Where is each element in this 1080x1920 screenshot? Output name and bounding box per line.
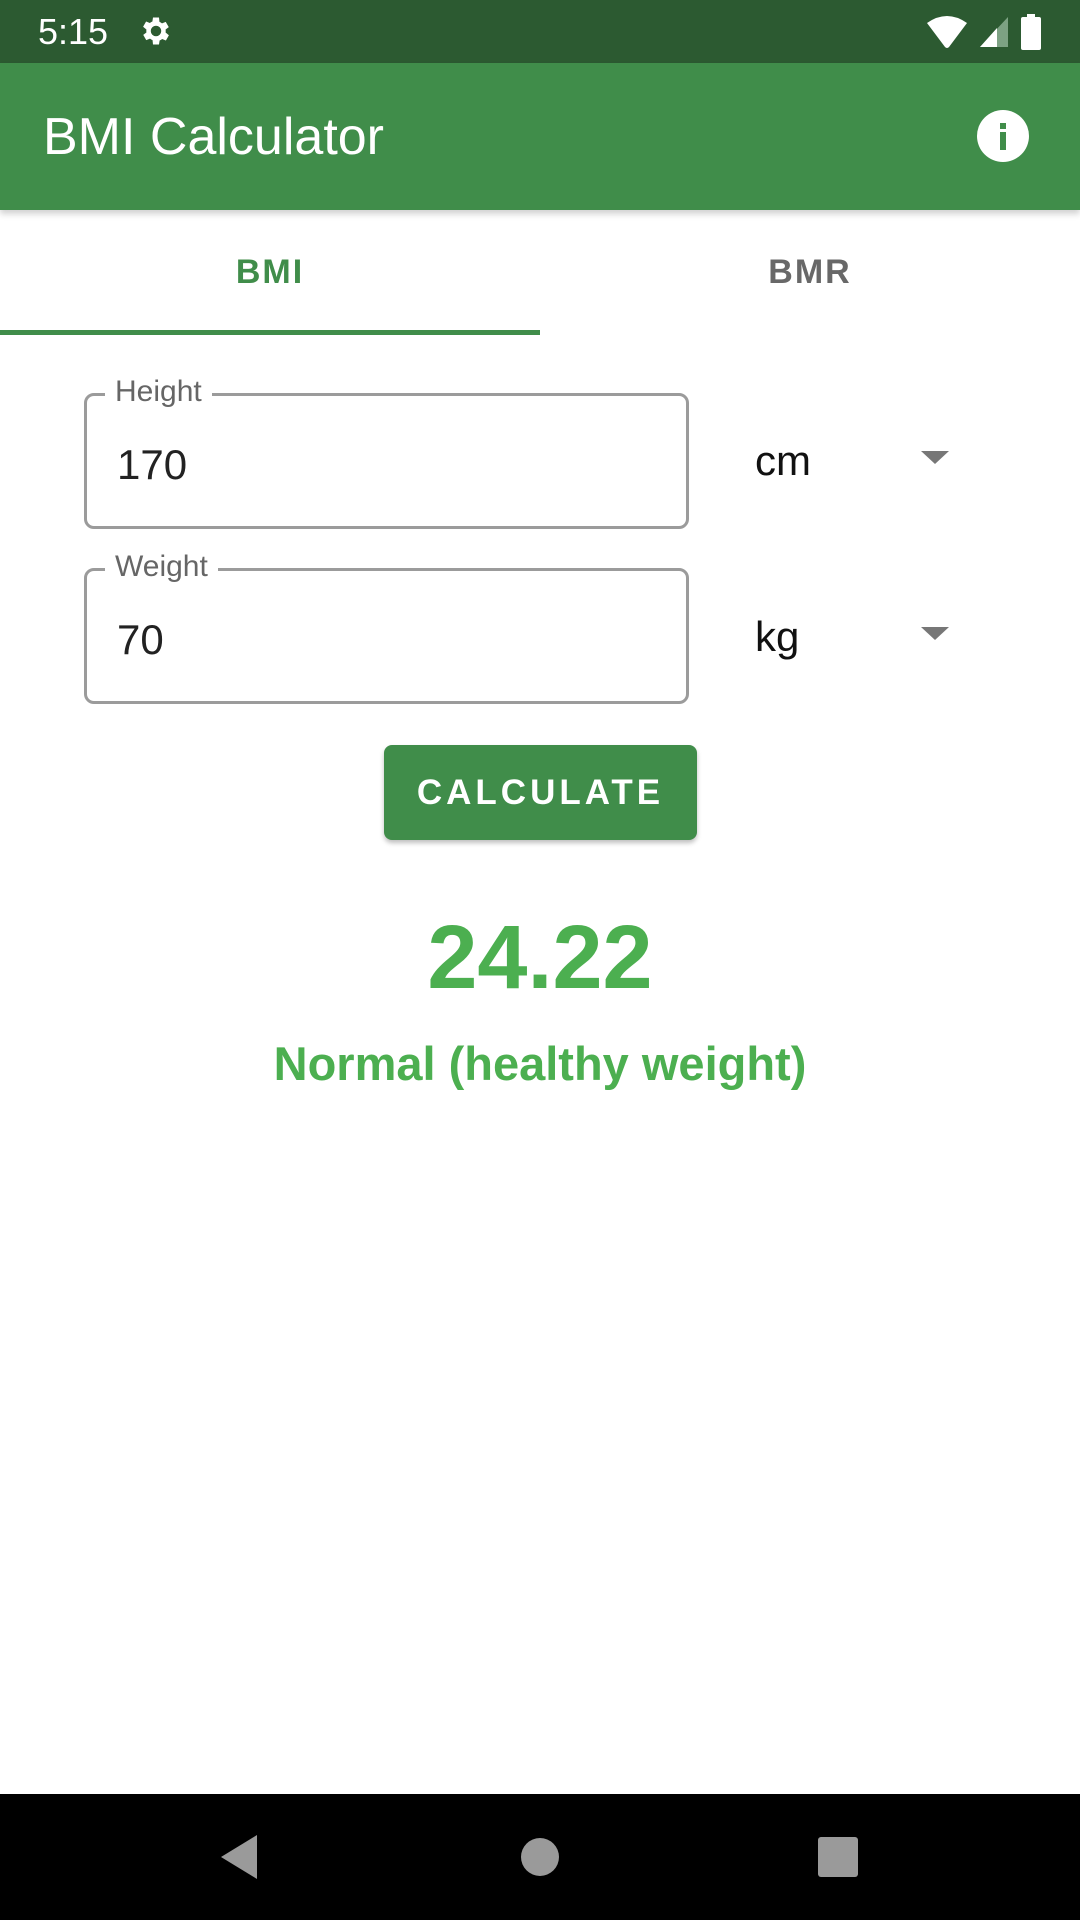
weight-label: Weight (105, 549, 218, 585)
height-field[interactable]: Height 170 (84, 374, 689, 529)
height-label: Height (105, 374, 212, 410)
home-icon (521, 1838, 559, 1876)
home-button[interactable] (510, 1827, 570, 1887)
status-bar: 5:15 (0, 0, 1080, 63)
bmi-result-category: Normal (healthy weight) (273, 1037, 807, 1090)
weight-unit-value: kg (755, 613, 800, 660)
tab-bmi[interactable]: BMI (0, 210, 540, 335)
status-time: 5:15 (38, 11, 109, 52)
recents-button[interactable] (808, 1827, 868, 1887)
info-icon[interactable] (975, 108, 1031, 164)
battery-icon (1021, 14, 1041, 50)
recents-icon (818, 1837, 858, 1877)
tab-bar: BMI BMR (0, 210, 1080, 335)
navigation-bar (0, 1794, 1080, 1920)
height-input[interactable]: 170 (117, 440, 187, 490)
settings-gear-icon (143, 17, 169, 45)
weight-input[interactable]: 70 (117, 615, 164, 665)
height-unit-value: cm (755, 437, 811, 484)
height-unit-dropdown-arrow-icon[interactable] (921, 451, 949, 464)
weight-unit-dropdown-arrow-icon[interactable] (921, 627, 949, 640)
calculate-button[interactable]: CALCULATE (384, 745, 697, 840)
tab-bmr[interactable]: BMR (540, 210, 1080, 335)
wifi-icon (927, 16, 967, 48)
app-title: BMI Calculator (43, 108, 384, 166)
tab-indicator (0, 330, 540, 335)
weight-field[interactable]: Weight 70 (84, 549, 689, 704)
back-icon (221, 1835, 257, 1879)
cell-signal-icon (980, 17, 1008, 47)
app-bar: BMI Calculator (0, 63, 1080, 210)
back-button[interactable] (209, 1827, 269, 1887)
bmi-result-value: 24.22 (427, 908, 653, 1008)
